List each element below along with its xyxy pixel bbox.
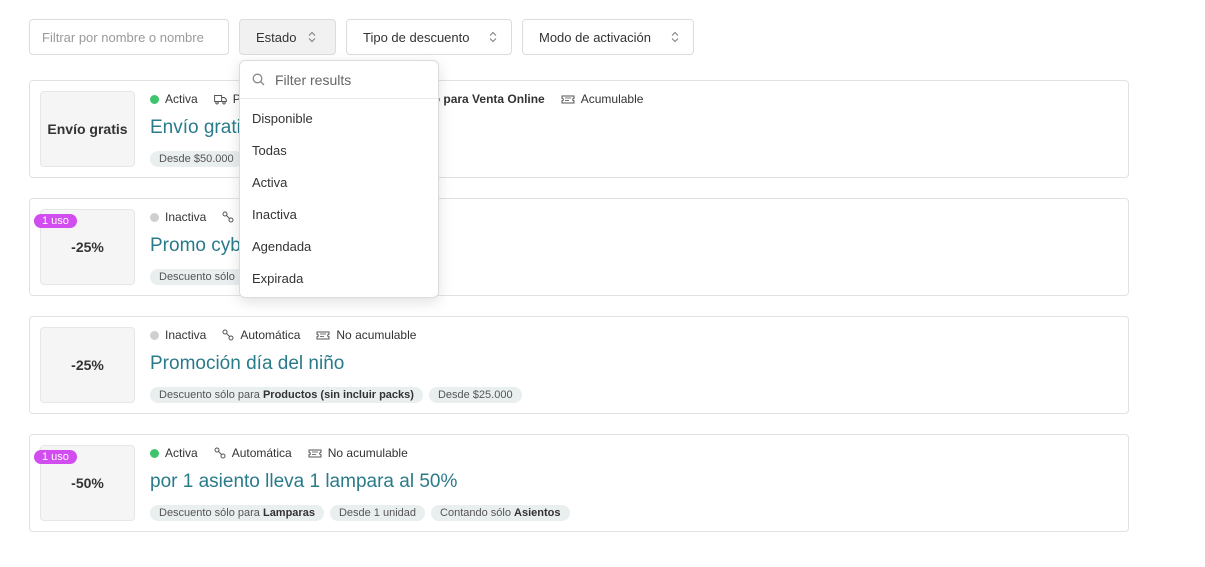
tag-bold: Asientos xyxy=(514,507,561,519)
discount-meta: Inactiva Automática No acumulable xyxy=(150,328,416,342)
tipo-descuento-select[interactable]: Tipo de descuento xyxy=(346,19,512,55)
discount-thumb: -25% xyxy=(40,327,135,403)
dropdown-options: Disponible Todas Activa Inactiva Agendad… xyxy=(240,99,438,295)
channel-label-bold: o para Venta Online xyxy=(432,92,545,106)
tag-prefix: Descuento sólo para xyxy=(159,507,260,519)
stack-label: Acumulable xyxy=(580,92,644,106)
activation-indicator: Automática xyxy=(214,446,292,460)
status-label: Inactiva xyxy=(165,210,207,224)
ticket-icon xyxy=(308,449,322,457)
usage-badge: 1 uso xyxy=(34,450,77,464)
stack-label: No acumulable xyxy=(327,446,408,460)
stack-label: No acumulable xyxy=(336,328,417,342)
chevron-updown-icon xyxy=(671,31,679,43)
route-icon xyxy=(222,211,234,223)
status-indicator: Inactiva xyxy=(150,328,206,342)
channel-label-tail: o para Venta Online xyxy=(433,92,545,106)
modo-activacion-select-label: Modo de activación xyxy=(539,29,652,45)
filter-bar: Estado Tipo de descuento Modo de activac… xyxy=(29,19,694,55)
count-scope-tag: Contando sólo Asientos xyxy=(431,505,570,521)
channel-indicator: P xyxy=(213,92,241,106)
route-icon xyxy=(214,447,226,459)
dropdown-filter-input[interactable] xyxy=(275,71,425,88)
search-icon xyxy=(252,73,265,86)
tag-bold: Productos (sin incluir packs) xyxy=(262,389,414,401)
option-expirada[interactable]: Expirada xyxy=(240,263,438,295)
estado-dropdown: Disponible Todas Activa Inactiva Agendad… xyxy=(239,60,439,298)
discount-title[interactable]: Promoción día del niño xyxy=(150,353,344,375)
status-label: Inactiva xyxy=(165,328,207,342)
activation-label: Automática xyxy=(240,328,301,342)
tag-prefix: Contando sólo xyxy=(440,507,511,519)
discount-card[interactable]: Envío gratis Activa P o para Venta Onlin… xyxy=(29,80,1129,178)
ticket-icon xyxy=(561,95,575,103)
discount-tags: Descuento sólo para Productos (sin inclu… xyxy=(150,387,522,403)
estado-select-label: Estado xyxy=(256,29,297,45)
discount-meta: Activa Automática No acumulable xyxy=(150,446,408,460)
product-scope-tag: Descuento sólo para Productos (sin inclu… xyxy=(150,387,423,403)
stack-indicator: No acumulable xyxy=(308,446,408,460)
chevron-updown-icon xyxy=(489,31,497,43)
option-agendada[interactable]: Agendada xyxy=(240,231,438,263)
status-dot-icon xyxy=(150,212,159,222)
tipo-descuento-select-label: Tipo de descuento xyxy=(363,29,470,45)
discount-card[interactable]: 1 uso -25% Inactiva Promo cyb Descuento … xyxy=(29,198,1129,296)
activation-label: Automática xyxy=(231,446,292,460)
stack-indicator: No acumulable xyxy=(316,328,416,342)
option-inactiva[interactable]: Inactiva xyxy=(240,199,438,231)
condition-tag: Desde $50.000 xyxy=(150,151,243,167)
discount-meta: Inactiva xyxy=(150,210,234,224)
usage-badge: 1 uso xyxy=(34,214,77,228)
truck-icon xyxy=(213,94,227,105)
status-dot-icon xyxy=(150,448,159,458)
route-icon xyxy=(222,329,234,341)
discount-title[interactable]: por 1 asiento lleva 1 lampara al 50% xyxy=(150,471,457,493)
discount-list: Envío gratis Activa P o para Venta Onlin… xyxy=(29,80,1129,552)
status-indicator: Inactiva xyxy=(150,210,206,224)
dropdown-search xyxy=(240,61,438,99)
condition-tag: Descuento sólo xyxy=(150,269,244,285)
modo-activacion-select[interactable]: Modo de activación xyxy=(522,19,694,55)
activation-indicator: Automática xyxy=(222,328,300,342)
status-indicator: Activa xyxy=(150,92,198,106)
status-label: Activa xyxy=(165,446,198,460)
status-dot-icon xyxy=(150,94,159,104)
condition-tag: Desde 1 unidad xyxy=(329,505,426,521)
discount-title[interactable]: Promo cyb xyxy=(150,235,241,257)
status-dot-icon xyxy=(150,330,159,340)
discount-tags: Desde $50.000 xyxy=(150,151,243,167)
option-todas[interactable]: Todas xyxy=(240,135,438,167)
ticket-icon xyxy=(316,331,330,339)
discount-card[interactable]: 1 uso -50% Activa Automática No acumulab… xyxy=(29,434,1129,532)
tag-bold: Lamparas xyxy=(262,507,315,519)
estado-select[interactable]: Estado xyxy=(239,19,336,55)
search-input[interactable] xyxy=(29,19,229,55)
option-activa[interactable]: Activa xyxy=(240,167,438,199)
tag-prefix: Descuento sólo para xyxy=(159,389,260,401)
chevron-updown-icon xyxy=(308,31,316,43)
discount-tags: Descuento sólo xyxy=(150,269,244,285)
product-scope-tag: Descuento sólo para Lamparas xyxy=(150,505,324,521)
status-indicator: Activa xyxy=(150,446,198,460)
status-label: Activa xyxy=(165,92,198,106)
discount-thumb: Envío gratis xyxy=(40,91,135,167)
stack-indicator: Acumulable xyxy=(561,92,644,106)
discount-title[interactable]: Envío grati xyxy=(150,117,241,139)
discount-tags: Descuento sólo para Lamparas Desde 1 uni… xyxy=(150,505,570,521)
option-disponible[interactable]: Disponible xyxy=(240,103,438,135)
condition-tag: Desde $25.000 xyxy=(428,387,522,403)
discount-card[interactable]: -25% Inactiva Automática No acumulable P… xyxy=(29,316,1129,414)
activation-indicator xyxy=(222,211,234,223)
